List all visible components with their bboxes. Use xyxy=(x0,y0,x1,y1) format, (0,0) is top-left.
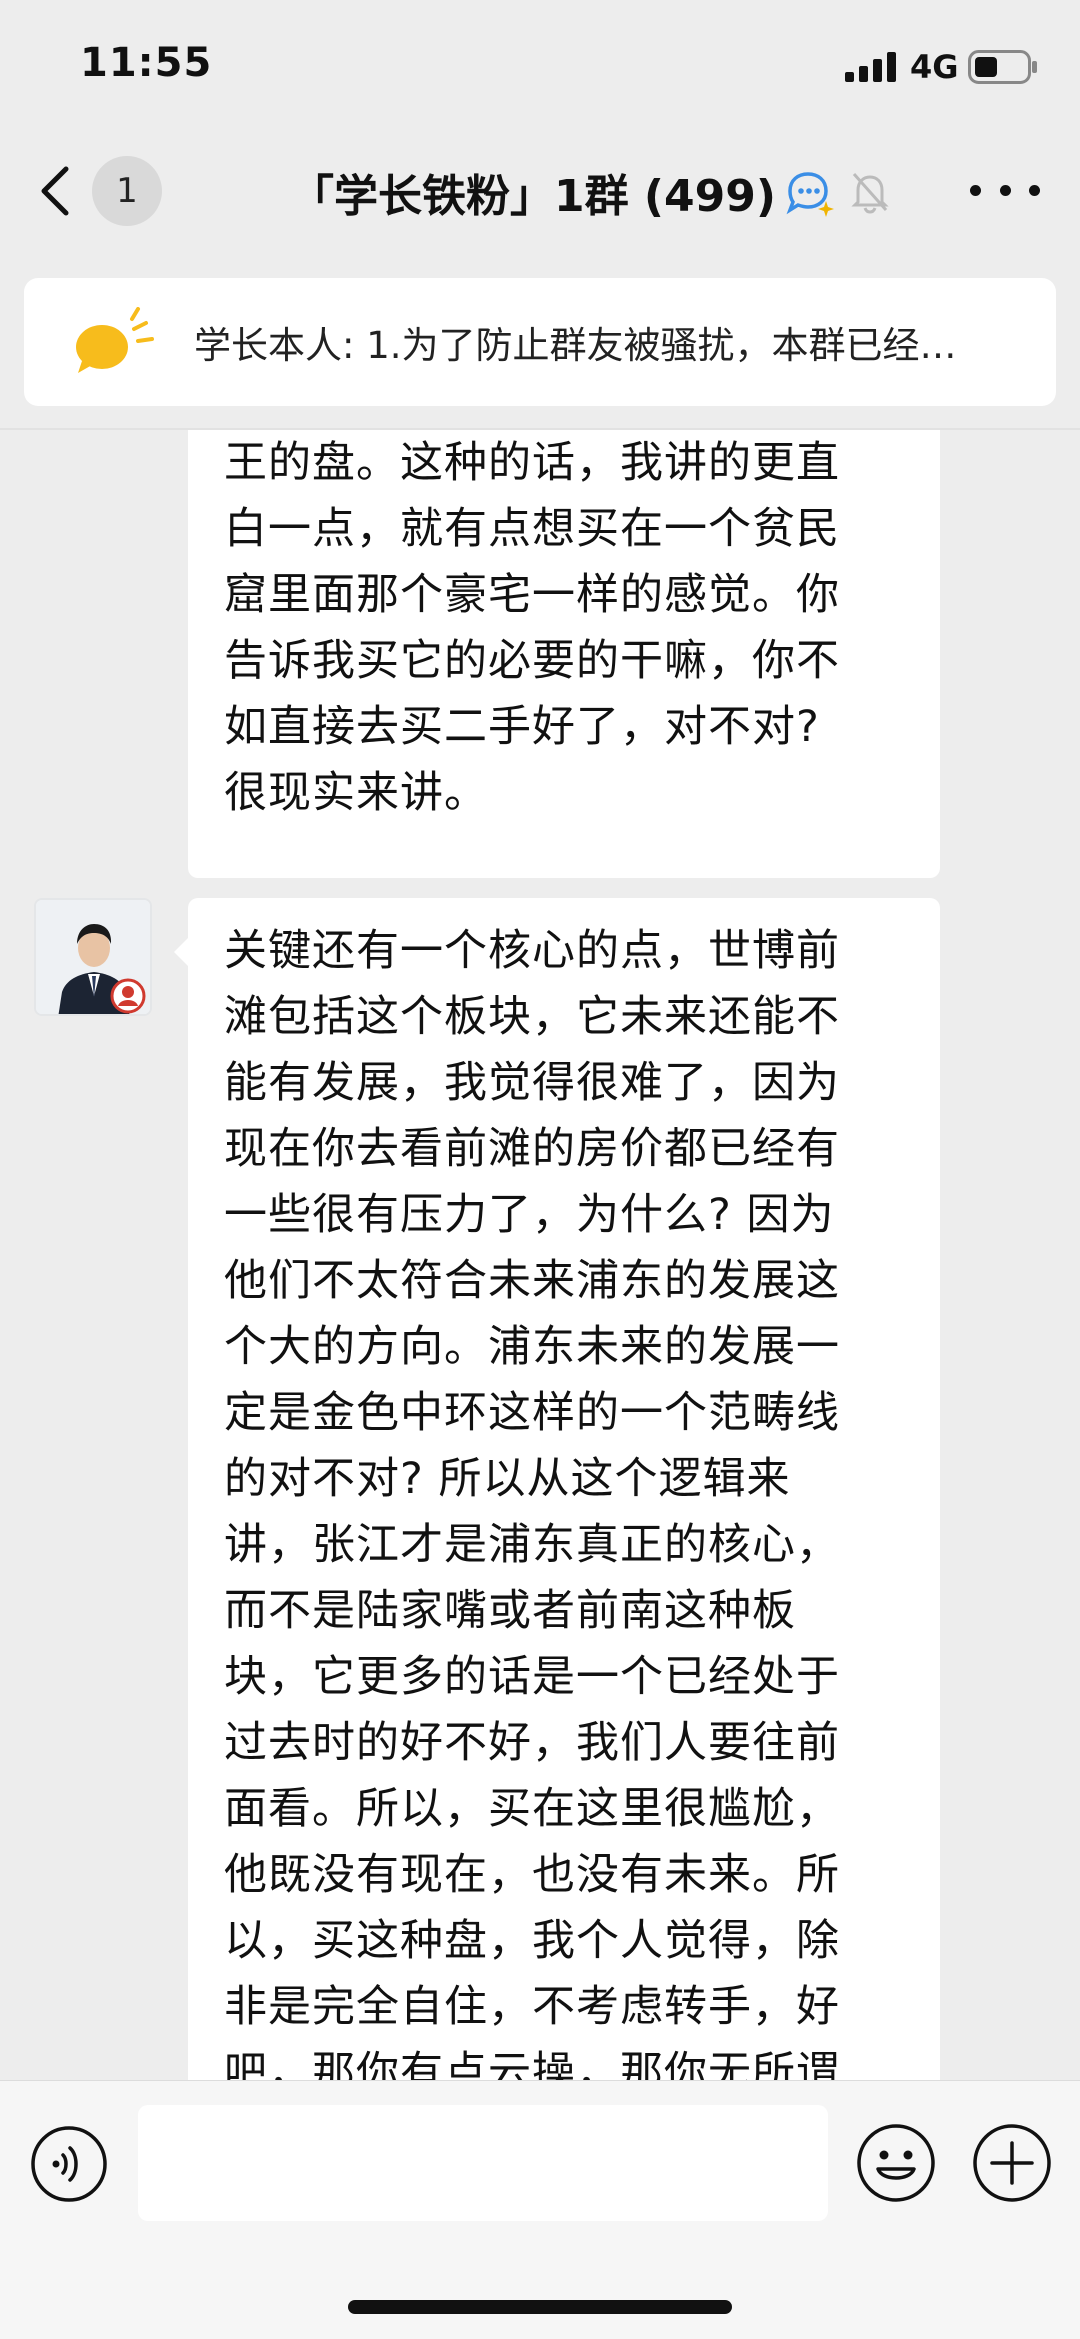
person-avatar-icon xyxy=(36,900,150,1014)
megaphone-icon xyxy=(76,307,154,373)
chat-title: 「学长铁粉」1群 (499) xyxy=(290,171,776,222)
announcement-text: 学长本人: 1.为了防止群友被骚扰，本群已经… xyxy=(194,324,957,367)
message-line: 定是金色中环这样的一个范畴线 xyxy=(224,1388,840,1438)
chevron-left-icon xyxy=(41,166,69,216)
group-announcement-banner[interactable]: 学长本人: 1.为了防止群友被骚扰，本群已经… xyxy=(24,278,1056,406)
message-line: 而不是陆家嘴或者前南这种板 xyxy=(224,1586,796,1636)
message-line: 很现实来讲。 xyxy=(224,768,488,818)
message-bubble[interactable]: 王的盘。这种的话，我讲的更直 白一点，就有点想买在一个贫民 窟里面那个豪宅一样的… xyxy=(188,430,940,878)
message-line: 的对不对? 所以从这个逻辑来 xyxy=(224,1454,791,1504)
message-line: 他们不太符合未来浦东的发展这 xyxy=(224,1256,840,1306)
sender-avatar[interactable] xyxy=(34,898,152,1016)
message-line: 现在你去看前滩的房价都已经有 xyxy=(224,1124,840,1174)
message-line: 非是完全自住，不考虑转手，好 xyxy=(224,1982,840,2032)
emoji-icon[interactable] xyxy=(856,2123,936,2203)
message-bubble[interactable]: 关键还有一个核心的点，世博前 滩包括这个板块，它未来还能不 能有发展，我觉得很难… xyxy=(174,898,940,2080)
header-title-group: 「学长铁粉」1群 (499) xyxy=(290,157,890,227)
message-line: 块，它更多的话是一个已经处于 xyxy=(224,1652,840,1702)
message-line: 过去时的好不好，我们人要往前 xyxy=(224,1718,840,1768)
message-line: 告诉我买它的必要的干嘛，你不 xyxy=(224,636,840,686)
more-options-button[interactable] xyxy=(970,165,1040,215)
message-line: 讲，张江才是浦东真正的核心， xyxy=(224,1520,840,1570)
home-indicator[interactable] xyxy=(348,2300,732,2314)
message-line: 滩包括这个板块，它未来还能不 xyxy=(224,992,840,1042)
message-line: 关键还有一个核心的点，世博前 xyxy=(224,926,840,976)
chat-bubble-sparkle-icon[interactable] xyxy=(782,165,836,219)
message-line: 一些很有压力了，为什么? 因为 xyxy=(224,1190,835,1240)
message-line: 王的盘。这种的话，我讲的更直 xyxy=(224,438,840,488)
chat-screen: 11:55 4G 1 「学长铁粉」1群 (499) 学长本人: 1.为了防止群友… xyxy=(0,0,1080,2339)
status-bar: 11:55 4G xyxy=(0,0,1080,135)
message-list[interactable]: 王的盘。这种的话，我讲的更直 白一点，就有点想买在一个贫民 窟里面那个豪宅一样的… xyxy=(0,430,1080,2080)
message-line: 窟里面那个豪宅一样的感觉。你 xyxy=(224,570,840,620)
more-dot xyxy=(1029,184,1040,196)
plus-circle-icon[interactable] xyxy=(972,2123,1052,2203)
message-line: 能有发展，我觉得很难了，因为 xyxy=(224,1058,840,1108)
message-line: 白一点，就有点想买在一个贫民 xyxy=(224,504,840,554)
status-time: 11:55 xyxy=(80,40,213,86)
message-line: 个大的方向。浦东未来的发展一 xyxy=(224,1322,840,1372)
message-line: 面看。所以，买在这里很尴尬， xyxy=(224,1784,840,1834)
message-line: 以，买这种盘，我个人觉得，除 xyxy=(224,1916,840,1966)
chat-header: 1 「学长铁粉」1群 (499) xyxy=(0,135,1080,245)
message-input[interactable] xyxy=(138,2105,828,2221)
message-line: 吧，那你有点云操，那你无所谓 xyxy=(224,2048,840,2080)
voice-icon[interactable] xyxy=(30,2125,108,2203)
unread-count-badge[interactable]: 1 xyxy=(92,156,162,226)
bell-muted-icon xyxy=(851,173,889,214)
message-line: 如直接去买二手好了，对不对? xyxy=(224,702,820,752)
signal-bars-icon xyxy=(845,52,896,82)
more-dot xyxy=(970,184,981,196)
message-line: 他既没有现在，也没有未来。所 xyxy=(224,1850,840,1900)
battery-icon xyxy=(968,50,1037,84)
network-label: 4G xyxy=(910,48,959,86)
more-dot xyxy=(999,184,1011,196)
